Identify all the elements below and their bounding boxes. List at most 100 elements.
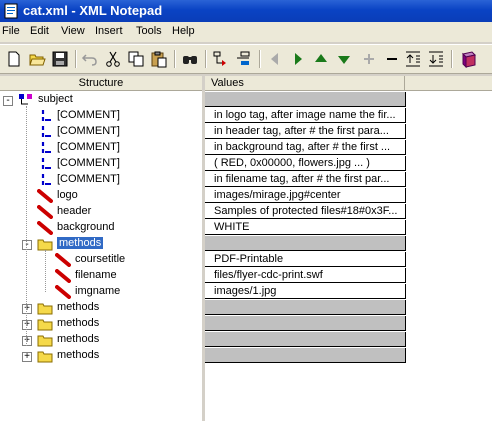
- value-cell[interactable]: Samples of protected files#18#0x3F...: [205, 204, 406, 219]
- tree-node[interactable]: [COMMENT]: [0, 124, 202, 140]
- collapse-all-icon[interactable]: [427, 50, 445, 68]
- menu-view[interactable]: View: [61, 25, 85, 37]
- tree-node[interactable]: + methods: [0, 348, 202, 364]
- open-folder-icon[interactable]: [28, 50, 46, 68]
- menu-help[interactable]: Help: [172, 25, 195, 37]
- title-bar: cat.xml - XML Notepad: [0, 0, 492, 22]
- value-cell[interactable]: images/1.jpg: [205, 284, 406, 299]
- menu-edit[interactable]: Edit: [30, 25, 49, 37]
- tree-node[interactable]: logo: [0, 188, 202, 204]
- value-cell[interactable]: [205, 316, 406, 331]
- tree-node-label: methods: [57, 237, 104, 249]
- expand-icon[interactable]: [360, 50, 378, 68]
- expand-toggle-icon[interactable]: +: [22, 319, 32, 330]
- attribute-icon: [37, 205, 53, 219]
- help-book-icon[interactable]: [460, 50, 478, 68]
- value-cell[interactable]: [205, 332, 406, 347]
- move-right-icon[interactable]: [289, 50, 307, 68]
- tree-node[interactable]: [COMMENT]: [0, 156, 202, 172]
- tree-node[interactable]: [COMMENT]: [0, 140, 202, 156]
- tree-node[interactable]: + methods: [0, 300, 202, 316]
- toolbar-separator: [75, 50, 77, 68]
- tree-node[interactable]: coursetitle: [0, 252, 202, 268]
- attribute-icon: [55, 269, 71, 283]
- tree-node[interactable]: - subject: [0, 92, 202, 108]
- value-cell[interactable]: images/mirage.jpg#center: [205, 188, 406, 203]
- menu-tools[interactable]: Tools: [136, 25, 162, 37]
- insert-child-icon[interactable]: [212, 50, 230, 68]
- tree-node-label: [COMMENT]: [57, 173, 120, 185]
- folder-icon: [37, 317, 53, 331]
- value-text: in logo tag, after image name the fir...: [214, 109, 396, 121]
- move-up-icon[interactable]: [312, 50, 330, 68]
- expand-all-icon[interactable]: [404, 50, 422, 68]
- value-cell[interactable]: [205, 300, 406, 315]
- tree-node-label: [COMMENT]: [57, 157, 120, 169]
- value-cell[interactable]: in header tag, after # the first para...: [205, 124, 406, 139]
- attribute-icon: [55, 285, 71, 299]
- collapse-icon[interactable]: [383, 50, 401, 68]
- insert-sibling-icon[interactable]: [235, 50, 253, 68]
- value-text: in header tag, after # the first para...: [214, 125, 389, 137]
- value-text: Samples of protected files#18#0x3F...: [214, 205, 398, 217]
- move-down-icon[interactable]: [335, 50, 353, 68]
- tree-node[interactable]: [COMMENT]: [0, 172, 202, 188]
- value-cell[interactable]: [205, 92, 406, 107]
- tree-node-label: methods: [57, 333, 100, 345]
- undo-icon[interactable]: [81, 50, 99, 68]
- value-text: images/1.jpg: [214, 285, 277, 297]
- tree-node[interactable]: + methods: [0, 332, 202, 348]
- value-cell[interactable]: PDF-Printable: [205, 252, 406, 267]
- attribute-icon: [37, 189, 53, 203]
- expand-toggle-icon[interactable]: +: [22, 303, 32, 314]
- toggle-glyph: +: [24, 335, 30, 346]
- collapse-toggle-icon[interactable]: -: [22, 239, 32, 250]
- values-header[interactable]: Values: [205, 76, 492, 91]
- menu-file[interactable]: File: [2, 25, 20, 37]
- value-cell[interactable]: [205, 348, 406, 363]
- value-cell[interactable]: in filename tag, after # the first par..…: [205, 172, 406, 187]
- save-icon[interactable]: [51, 50, 69, 68]
- tree-node-label: logo: [57, 189, 78, 201]
- tree-node-label: subject: [38, 93, 73, 105]
- cut-icon[interactable]: [104, 50, 122, 68]
- tree-guide-line: [26, 106, 27, 346]
- column-divider[interactable]: [404, 76, 405, 90]
- expand-toggle-icon[interactable]: +: [22, 335, 32, 346]
- value-cell[interactable]: ( RED, 0x00000, flowers.jpg ... ): [205, 156, 406, 171]
- menu-insert[interactable]: Insert: [95, 25, 123, 37]
- tree-node[interactable]: background: [0, 220, 202, 236]
- tree-node-label: filename: [75, 269, 117, 281]
- tree-node[interactable]: filename: [0, 268, 202, 284]
- paste-icon[interactable]: [150, 50, 168, 68]
- toolbar-separator: [451, 50, 453, 68]
- collapse-toggle-icon[interactable]: -: [3, 95, 13, 106]
- value-cell[interactable]: [205, 236, 406, 251]
- value-cell[interactable]: in background tag, after # the first ...: [205, 140, 406, 155]
- value-cell[interactable]: in logo tag, after image name the fir...: [205, 108, 406, 123]
- toolbar-separator: [205, 50, 207, 68]
- comment-icon: [37, 125, 53, 139]
- tree-node-label: [COMMENT]: [57, 125, 120, 137]
- move-left-icon[interactable]: [266, 50, 284, 68]
- tree-node[interactable]: - methods: [0, 236, 202, 252]
- element-icon: [18, 93, 34, 107]
- value-text: images/mirage.jpg#center: [214, 189, 341, 201]
- app-icon: [3, 3, 19, 19]
- comment-icon: [37, 173, 53, 187]
- value-cell[interactable]: WHITE: [205, 220, 406, 235]
- tree-node[interactable]: imgname: [0, 284, 202, 300]
- new-file-icon[interactable]: [5, 50, 23, 68]
- expand-toggle-icon[interactable]: +: [22, 351, 32, 362]
- tree-node[interactable]: [COMMENT]: [0, 108, 202, 124]
- folder-icon: [37, 237, 53, 251]
- copy-icon[interactable]: [127, 50, 145, 68]
- tree-node[interactable]: + methods: [0, 316, 202, 332]
- tree-node-label: coursetitle: [75, 253, 126, 265]
- find-icon[interactable]: [181, 50, 199, 68]
- window-title: cat.xml - XML Notepad: [23, 3, 163, 18]
- toolbar-separator: [259, 50, 261, 68]
- value-cell[interactable]: files/flyer-cdc-print.swf: [205, 268, 406, 283]
- structure-header[interactable]: Structure: [0, 76, 202, 91]
- tree-node[interactable]: header: [0, 204, 202, 220]
